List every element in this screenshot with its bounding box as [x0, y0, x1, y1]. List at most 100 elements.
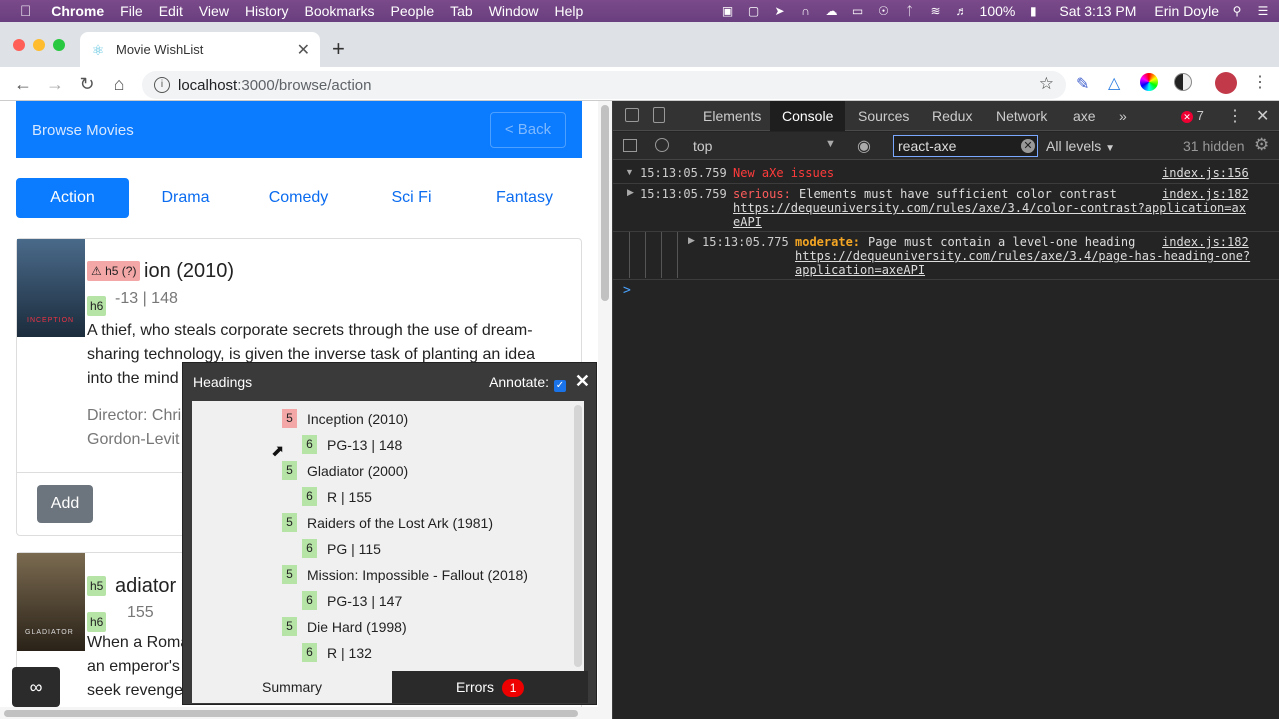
menu-people[interactable]: People — [383, 3, 443, 19]
menu-history[interactable]: History — [237, 3, 297, 19]
extension-color-icon[interactable] — [1140, 73, 1158, 91]
heading-item[interactable]: 5 Raiders of the Lost Ark (1981) — [282, 513, 493, 532]
back-button[interactable]: < Back — [490, 112, 566, 148]
genre-tab-fantasy[interactable]: Fantasy — [468, 178, 581, 218]
browser-tab[interactable]: ⚛ Movie WishList ✕ — [80, 32, 320, 67]
menu-file[interactable]: File — [112, 3, 151, 19]
notification-center-icon[interactable]: ☰ — [1255, 4, 1271, 18]
menu-help[interactable]: Help — [547, 3, 592, 19]
devtools-more-tabs[interactable]: » — [1107, 101, 1139, 131]
window-minimize-button[interactable] — [33, 39, 45, 51]
annotate-checkbox[interactable]: ✓ — [554, 380, 566, 392]
accessibility-icon[interactable]: ☉ — [876, 4, 892, 18]
heading-item[interactable]: 5 Die Hard (1998) — [282, 617, 407, 636]
log-source-link[interactable]: index.js:182 — [1162, 235, 1249, 249]
forward-arrow-icon[interactable]: → — [44, 73, 66, 95]
profile-avatar[interactable] — [1215, 72, 1237, 94]
address-bar[interactable]: i localhost:3000/browse/action ☆ — [142, 71, 1066, 99]
console-settings-gear-icon[interactable]: ⚙ — [1254, 135, 1269, 155]
display-icon[interactable]: ▭ — [850, 4, 866, 18]
rule-help-link[interactable]: https://dequeuniversity.com/rules/axe/3.… — [795, 249, 1250, 263]
panel-close-icon[interactable]: ✕ — [575, 371, 590, 392]
log-levels-dropdown[interactable]: All levels ▼ — [1046, 138, 1115, 154]
heading-item[interactable]: 6 PG-13 | 148 — [302, 435, 402, 454]
volume-icon[interactable]: ♬ — [954, 4, 970, 18]
vpn-icon[interactable]: ▢ — [746, 4, 762, 18]
battery-icon[interactable]: ▮ — [1025, 4, 1041, 18]
back-arrow-icon[interactable]: ← — [12, 73, 34, 95]
heading-item[interactable]: 6 PG | 115 — [302, 539, 381, 558]
rule-help-link-cont[interactable]: eAPI — [733, 215, 762, 229]
live-expression-eye-icon[interactable]: ◉ — [857, 136, 871, 156]
menu-tab[interactable]: Tab — [442, 3, 481, 19]
tab-close-icon[interactable]: ✕ — [297, 40, 310, 60]
devtools-tab-network[interactable]: Network — [984, 101, 1059, 131]
context-selector[interactable]: top — [693, 138, 712, 154]
reload-icon[interactable]: ↻ — [76, 73, 98, 95]
scrollbar-thumb[interactable] — [601, 105, 609, 301]
add-button[interactable]: Add — [37, 485, 93, 523]
context-dropdown-icon[interactable]: ▼ — [825, 138, 836, 150]
heading-item[interactable]: 6 PG-13 | 147 — [302, 591, 402, 610]
horizontal-scrollbar[interactable] — [0, 707, 598, 719]
expand-arrow-icon[interactable]: ▼ — [625, 167, 634, 177]
genre-tab-action[interactable]: Action — [16, 178, 129, 218]
extension-contrast-icon[interactable] — [1174, 73, 1192, 91]
menubar-user[interactable]: Erin Doyle — [1154, 3, 1219, 19]
annotate-toggle[interactable]: Annotate: ✓ — [489, 374, 566, 392]
window-maximize-button[interactable] — [53, 39, 65, 51]
collapse-arrow-icon[interactable]: ▶ — [688, 235, 695, 246]
devtools-tab-sources[interactable]: Sources — [846, 101, 921, 131]
log-source-link[interactable]: index.js:182 — [1162, 187, 1249, 201]
scrollbar-thumb[interactable] — [4, 710, 578, 717]
screen-share-icon[interactable]: ▣ — [720, 4, 736, 18]
home-icon[interactable]: ⌂ — [108, 73, 130, 95]
devtools-close-icon[interactable]: ✕ — [1256, 106, 1269, 126]
tab-errors[interactable]: Errors 1 — [392, 671, 588, 703]
clear-filter-icon[interactable]: ✕ — [1021, 139, 1035, 153]
chrome-menu-icon[interactable]: ⋮ — [1252, 72, 1268, 92]
genre-tab-scifi[interactable]: Sci Fi — [355, 178, 468, 218]
menu-window[interactable]: Window — [481, 3, 547, 19]
info-icon[interactable]: i — [154, 77, 170, 93]
menu-view[interactable]: View — [191, 3, 237, 19]
menu-edit[interactable]: Edit — [151, 3, 191, 19]
heading-item[interactable]: 6 R | 132 — [302, 643, 372, 662]
headphones-icon[interactable]: ∩ — [798, 4, 814, 18]
bluetooth-icon[interactable]: ᛏ — [902, 4, 918, 18]
rule-help-link-cont[interactable]: application=axeAPI — [795, 263, 925, 277]
genre-tab-comedy[interactable]: Comedy — [242, 178, 355, 218]
forward-icon[interactable]: ➤ — [772, 4, 788, 18]
cloud-icon[interactable]: ☁ — [824, 4, 840, 18]
heading-item[interactable]: 5 Gladiator (2000) — [282, 461, 408, 480]
collapse-arrow-icon[interactable]: ▶ — [627, 187, 634, 198]
console-filter-input[interactable]: react-axe — [893, 135, 1038, 157]
extension-pen-icon[interactable]: ✎ — [1076, 74, 1089, 94]
spotlight-search-icon[interactable]: ⚲ — [1229, 4, 1245, 18]
list-scrollbar[interactable] — [574, 405, 582, 667]
heading-item[interactable]: 6 R | 155 — [302, 487, 372, 506]
device-toolbar-icon[interactable] — [653, 107, 665, 123]
window-close-button[interactable] — [13, 39, 25, 51]
new-tab-button[interactable]: + — [332, 36, 345, 62]
bookmark-star-icon[interactable]: ☆ — [1039, 74, 1054, 94]
tab-summary[interactable]: Summary — [192, 671, 392, 703]
devtools-tab-console[interactable]: Console — [770, 101, 846, 131]
console-prompt[interactable]: > — [623, 283, 631, 298]
glasses-toggle-button[interactable]: ∞ — [12, 667, 60, 707]
heading-item[interactable]: 5 Inception (2010) — [282, 409, 408, 428]
sidebar-toggle-icon[interactable] — [623, 139, 637, 152]
devtools-tab-redux[interactable]: Redux — [920, 101, 984, 131]
error-count-badge[interactable]: ✕ 7 — [1181, 108, 1204, 123]
genre-tab-drama[interactable]: Drama — [129, 178, 242, 218]
devtools-tab-elements[interactable]: Elements — [691, 101, 773, 131]
rule-help-link[interactable]: https://dequeuniversity.com/rules/axe/3.… — [733, 201, 1246, 215]
apple-icon[interactable]:  — [0, 3, 39, 20]
wifi-icon[interactable]: ≋ — [928, 4, 944, 18]
menu-app-name[interactable]: Chrome — [43, 3, 112, 19]
menubar-clock[interactable]: Sat 3:13 PM — [1059, 3, 1136, 19]
extension-triangle-icon[interactable]: △ — [1108, 73, 1120, 93]
menu-bookmarks[interactable]: Bookmarks — [297, 3, 383, 19]
inspect-element-icon[interactable] — [625, 108, 639, 122]
clear-console-icon[interactable] — [655, 138, 669, 152]
